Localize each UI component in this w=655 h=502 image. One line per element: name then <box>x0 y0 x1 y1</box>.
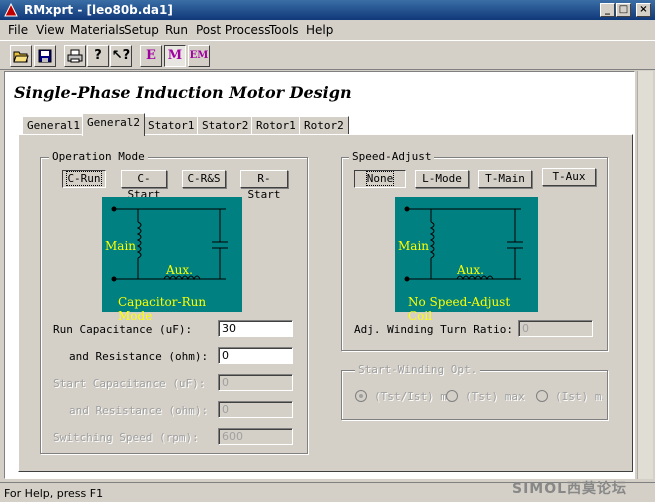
save-button[interactable] <box>34 45 56 67</box>
maximize-button[interactable]: □ <box>616 3 631 17</box>
diagram-caption: Capacitor-Run Mode <box>118 295 207 323</box>
tab-stator2[interactable]: Stator2 <box>197 116 254 135</box>
none-label: None <box>365 171 395 186</box>
capacitor-run-diagram: Main Aux. Capacitor-Run Mode <box>102 197 242 323</box>
diagram-main-label: Main <box>105 239 137 253</box>
t-main-button[interactable]: T-Main <box>478 170 532 188</box>
no-speed-adjust-diagram: Main Aux. No Speed-Adjust Coil <box>395 197 538 323</box>
adj-winding-ratio-input[interactable]: 0 <box>518 320 593 337</box>
vertical-scrollbar[interactable] <box>637 71 653 479</box>
switching-speed-input[interactable]: 600 <box>218 428 293 445</box>
e-mode-label: E <box>146 48 156 63</box>
minimize-button[interactable]: _ <box>600 3 615 17</box>
tab-stator1[interactable]: Stator1 <box>143 116 200 135</box>
diagram-aux-label: Aux. <box>166 263 193 277</box>
operation-mode-label: Operation Mode <box>49 150 148 163</box>
m-mode-button[interactable]: M <box>164 45 186 67</box>
tab-general2[interactable]: General2 <box>82 113 145 136</box>
run-resistance-label: and Resistance (ohm): <box>69 350 209 363</box>
open-folder-icon <box>13 51 29 63</box>
tab-general1[interactable]: General1 <box>22 116 85 135</box>
menu-materials[interactable]: Materials <box>70 23 125 37</box>
menu-file[interactable]: File <box>8 23 28 37</box>
c-run-label: C-Run <box>66 171 102 186</box>
page-title: Single-Phase Induction Motor Design <box>14 83 352 102</box>
menu-view[interactable]: View <box>36 23 64 37</box>
watermark-logo: SIMOL西莫论坛 <box>512 481 628 497</box>
app-icon <box>4 3 18 17</box>
r-start-button[interactable]: R-Start <box>240 170 288 201</box>
radio-ist-min[interactable] <box>536 390 548 402</box>
context-help-button[interactable]: ↖? <box>110 45 132 67</box>
radio-tst-max[interactable] <box>446 390 458 402</box>
t-aux-button[interactable]: T-Aux <box>542 168 596 186</box>
speed-adjust-label: Speed-Adjust <box>349 150 435 163</box>
tab-rotor2[interactable]: Rotor2 <box>299 116 349 135</box>
help-button[interactable]: ? <box>87 45 109 67</box>
pointer-help-icon: ↖? <box>111 48 131 63</box>
radio-ist-min-label: (Ist) min <box>555 390 603 403</box>
run-capacitance-label: Run Capacitance (uF): <box>53 323 193 336</box>
start-winding-label: Start-Winding Opt. <box>355 363 481 376</box>
m-mode-label: M <box>167 48 183 63</box>
radio-tst-ist-label: (Tst/Ist) m <box>374 390 447 403</box>
question-mark-icon: ? <box>94 48 102 63</box>
c-start-button[interactable]: C-Start <box>121 170 167 201</box>
close-button[interactable]: × <box>636 3 651 17</box>
window-title: RMxprt - [leo80b.da1] <box>24 3 173 17</box>
open-button[interactable] <box>10 45 32 67</box>
c-run-button[interactable]: C-Run <box>62 170 106 188</box>
em-mode-button[interactable]: EM <box>188 45 210 67</box>
em-mode-label: EM <box>189 50 209 61</box>
none-button[interactable]: None <box>354 170 406 188</box>
menu-bar: File View Materials Setup Run Post Proce… <box>0 20 655 40</box>
print-button[interactable] <box>64 45 86 67</box>
radio-tst-max-label: (Tst) max <box>465 390 525 403</box>
toolbar: ? ↖? E M EM <box>0 40 655 70</box>
start-resistance-label: and Resistance (ohm): <box>69 404 209 417</box>
menu-setup[interactable]: Setup <box>124 23 159 37</box>
run-resistance-input[interactable]: 0 <box>218 347 293 364</box>
e-mode-button[interactable]: E <box>140 45 162 67</box>
start-capacitance-input[interactable]: 0 <box>218 374 293 391</box>
start-capacitance-label: Start Capacitance (uF): <box>53 377 206 390</box>
radio-tst-ist[interactable] <box>355 390 367 402</box>
l-mode-button[interactable]: L-Mode <box>415 170 469 188</box>
menu-post-process[interactable]: Post Process <box>196 23 270 37</box>
menu-run[interactable]: Run <box>165 23 188 37</box>
printer-icon <box>67 49 83 63</box>
save-disk-icon <box>38 49 52 63</box>
menu-help[interactable]: Help <box>306 23 333 37</box>
switching-speed-label: Switching Speed (rpm): <box>53 431 199 444</box>
c-rs-button[interactable]: C-R&S <box>182 170 226 188</box>
adj-winding-ratio-label: Adj. Winding Turn Ratio: <box>354 323 513 336</box>
diagram-aux-label: Aux. <box>457 263 484 277</box>
start-resistance-input[interactable]: 0 <box>218 401 293 418</box>
title-bar[interactable]: RMxprt - [leo80b.da1] _ □ × <box>0 0 655 20</box>
tab-rotor1[interactable]: Rotor1 <box>251 116 301 135</box>
menu-tools[interactable]: Tools <box>269 23 299 37</box>
status-text: For Help, press F1 <box>4 487 104 500</box>
diagram-caption: No Speed-Adjust Coil <box>408 295 511 323</box>
diagram-main-label: Main <box>398 239 430 253</box>
run-capacitance-input[interactable]: 30 <box>218 320 293 337</box>
